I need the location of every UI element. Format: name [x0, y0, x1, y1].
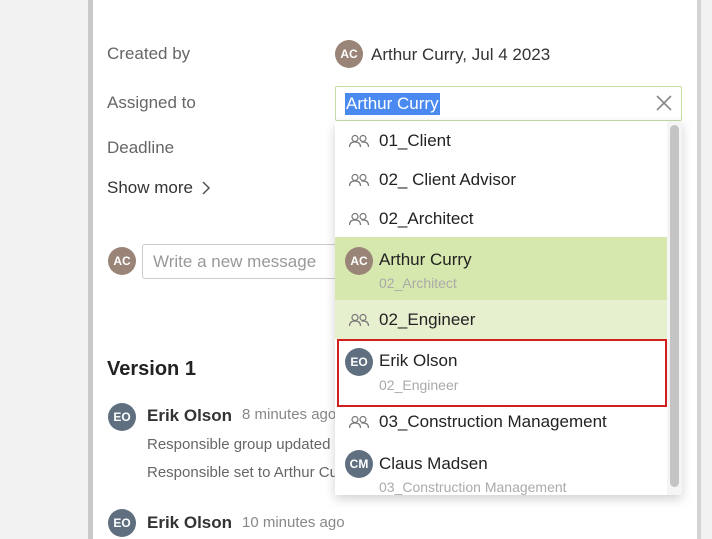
option-user-erik-olson[interactable]: EO Erik Olson 02_Engineer: [337, 339, 667, 407]
history-line: Responsible group updated: [147, 436, 331, 453]
chevron-right-icon: [202, 181, 211, 195]
avatar: EO: [345, 348, 373, 376]
history-author: Erik Olson: [147, 406, 233, 425]
close-icon[interactable]: [654, 93, 674, 113]
group-icon: [348, 212, 370, 225]
history-line: Responsible set to Arthur Cu: [147, 464, 338, 481]
group-icon: [348, 134, 370, 147]
avatar: EO: [108, 403, 136, 431]
message-input[interactable]: Write a new message: [142, 244, 342, 279]
created-by-value: Arthur Curry, Jul 4 2023: [371, 45, 551, 64]
option-group-02-client-advisor[interactable]: 02_ Client Advisor: [335, 160, 667, 199]
option-label: 01_Client: [379, 130, 451, 150]
option-user-name: Arthur Curry: [379, 250, 472, 269]
left-gutter: [0, 0, 88, 539]
option-label: 02_ Client Advisor: [379, 169, 517, 189]
history-time: 10 minutes ago: [242, 514, 345, 531]
deadline-label: Deadline: [107, 138, 175, 157]
dropdown-scrollbar[interactable]: [667, 121, 682, 495]
group-icon: [348, 415, 370, 428]
option-user-name: Erik Olson: [379, 351, 458, 370]
option-label: 02_Engineer: [379, 309, 476, 329]
assignee-combobox[interactable]: Arthur Curry: [335, 86, 682, 121]
group-icon: [348, 313, 370, 326]
version-title: Version 1: [107, 358, 196, 380]
assigned-to-label: Assigned to: [107, 93, 196, 112]
option-group-01-client[interactable]: 01_Client: [335, 121, 667, 160]
dropdown-scrollbar-thumb[interactable]: [670, 125, 679, 487]
option-user-group: 02_Architect: [379, 275, 457, 291]
avatar: EO: [108, 509, 136, 537]
created-by-label: Created by: [107, 44, 191, 63]
option-label: 02_Architect: [379, 208, 474, 228]
avatar: AC: [345, 247, 373, 275]
assignee-input-text[interactable]: Arthur Curry: [345, 93, 440, 115]
group-icon: [348, 173, 370, 186]
option-user-claus-madsen[interactable]: CM Claus Madsen 03_Construction Manageme…: [335, 441, 667, 495]
option-group-02-engineer[interactable]: 02_Engineer: [335, 300, 667, 339]
show-more-button[interactable]: Show more: [107, 178, 211, 198]
option-user-arthur-curry[interactable]: AC Arthur Curry 02_Architect: [335, 237, 667, 300]
avatar: AC: [335, 40, 363, 68]
assignee-dropdown: 01_Client 02_ Client Advisor 02_Architec…: [335, 121, 682, 495]
history-time: 8 minutes ago: [242, 406, 337, 423]
option-label: 03_Construction Management: [379, 411, 607, 431]
option-user-group: 03_Construction Management: [379, 479, 567, 495]
history-author: Erik Olson: [147, 513, 233, 532]
option-group-03-construction-management[interactable]: 03_Construction Management: [335, 402, 667, 441]
avatar: AC: [108, 247, 136, 275]
option-group-02-architect[interactable]: 02_Architect: [335, 199, 667, 238]
right-gutter: [701, 0, 712, 539]
show-more-label: Show more: [107, 178, 193, 197]
option-user-group: 02_Engineer: [379, 377, 459, 393]
option-user-name: Claus Madsen: [379, 454, 488, 473]
avatar: CM: [345, 450, 373, 478]
